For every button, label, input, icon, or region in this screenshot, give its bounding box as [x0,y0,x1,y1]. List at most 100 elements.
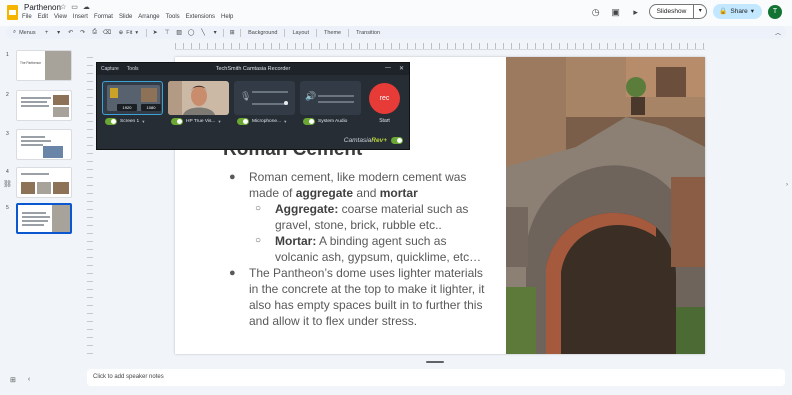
print-icon[interactable]: ⎙ [91,29,99,36]
camera-panel[interactable] [168,81,229,115]
sub-bullet-item: ○ Mortar: A binding agent such as volcan… [255,234,482,264]
camera-select[interactable]: HP True Vis... [186,119,215,124]
system-audio-toggle[interactable] [303,118,315,125]
account-avatar[interactable]: T [768,4,782,19]
filmstrip-item[interactable]: 1 The Parthenon [6,50,76,84]
slide-thumbnail[interactable] [16,129,72,160]
sub-bullet-ring: ○ [255,203,262,214]
line-icon[interactable]: ╲ [199,29,207,36]
slide-thumbnail-selected[interactable] [16,203,72,234]
image-icon[interactable]: ▨ [175,29,183,36]
menu-bar: File Edit View Insert Format Slide Arran… [22,14,233,20]
screen-capture-panel[interactable]: 1920 1080 [102,81,163,115]
speaker-notes-placeholder: Click to add speaker notes [93,374,164,380]
camera-toggle[interactable] [171,118,183,125]
system-audio-panel[interactable]: 🔊 [300,81,361,115]
link-icon[interactable]: ⛓ [3,180,12,188]
add-comment-icon[interactable]: ⊞ [228,29,236,36]
slideshow-button[interactable]: Slideshow [648,4,695,19]
chevron-down-icon[interactable]: ▾ [211,29,219,36]
move-folder-icon[interactable]: ▭ [71,3,78,11]
collapse-toolbar-icon[interactable]: ︿ [774,28,782,37]
mic-volume-slider[interactable] [284,101,288,105]
filmstrip-item[interactable]: 4 [6,167,76,201]
collapse-filmstrip-icon[interactable]: ‹ [28,376,30,384]
theme-button[interactable]: Theme [321,30,344,36]
menu-arrange[interactable]: Arrange [138,14,159,20]
microphone-panel[interactable]: 🎙 [234,81,295,115]
menu-file[interactable]: File [22,14,32,20]
menu-insert[interactable]: Insert [73,14,88,20]
menu-help[interactable]: Help [221,14,233,20]
camera-toggle-row: HP True Vis... ▾ [171,117,221,126]
slide-body-text[interactable]: ● Roman cement, like modern cement was m… [227,169,492,329]
star-icon[interactable]: ☆ [60,3,66,11]
recorder-titlebar[interactable]: Capture Tools TechSmith Camtasia Recorde… [97,63,409,75]
filmstrip-item[interactable]: 2 [6,90,76,124]
menu-edit[interactable]: Edit [38,14,48,20]
shape-icon[interactable]: ◯ [187,29,195,36]
menus-search[interactable]: ⌕ Menus [10,29,39,36]
slide-thumbnail[interactable] [16,167,72,198]
slideshow-options-button[interactable]: ▾ [694,4,708,19]
slide-thumbnail[interactable]: The Parthenon [16,50,72,81]
side-panel-toggle-icon[interactable]: › [786,182,788,188]
toolbar-divider [146,28,148,37]
zoom-value: Fit [126,29,133,36]
slide-number: 2 [6,92,9,98]
slides-logo-icon[interactable] [7,5,18,20]
menu-tools[interactable]: Tools [166,14,180,20]
undo-icon[interactable]: ↶ [67,29,75,36]
minimize-icon[interactable]: — [385,65,391,71]
comment-icon[interactable]: ▣ [609,5,623,19]
menu-extensions[interactable]: Extensions [186,14,215,20]
new-slide-icon[interactable]: + [43,30,51,36]
document-title[interactable]: Parthenon [24,3,61,12]
webcam-preview [168,81,229,115]
rev-toggle[interactable] [391,137,403,144]
slide-thumbnail[interactable] [16,90,72,121]
width-field[interactable]: 1920 [117,104,137,111]
speaker-notes[interactable]: Click to add speaker notes [87,369,785,386]
menu-format[interactable]: Format [94,14,113,20]
screen-select[interactable]: Screen 1 [120,119,139,124]
menus-search-label: Menus [19,29,36,36]
zoom-icon: ⊕ [118,29,124,36]
select-cursor-icon[interactable]: ➤ [151,29,159,36]
system-audio-label: System Audio [318,119,348,124]
bullet-dot: ● [229,171,236,183]
text-box-icon[interactable]: ⊤ [163,29,171,36]
meet-icon[interactable]: ▸ [629,5,643,19]
microphone-icon: 🎙 [240,91,252,101]
close-icon[interactable]: ✕ [399,65,404,72]
chevron-down-icon[interactable]: ▾ [218,119,220,125]
height-field[interactable]: 1080 [141,104,161,111]
history-icon[interactable]: ◷ [589,5,603,19]
cloud-status-icon[interactable]: ☁ [83,3,90,11]
record-button[interactable]: rec [369,83,400,114]
background-button[interactable]: Background [245,30,280,36]
lock-icon: 🔒 [719,8,728,15]
menu-view[interactable]: View [54,14,67,20]
paint-format-icon[interactable]: ⌫ [103,29,111,36]
screen-toggle[interactable] [105,118,117,125]
transition-button[interactable]: Transition [353,30,383,36]
share-label: Share [730,8,748,15]
filmstrip-controls: ⊞ ‹ [10,376,30,384]
grid-view-icon[interactable]: ⊞ [10,376,16,384]
menu-slide[interactable]: Slide [119,14,132,20]
filmstrip-item[interactable]: 3 [6,129,76,163]
chevron-down-icon[interactable]: ▾ [284,119,286,125]
microphone-select[interactable]: Microphone... [252,119,281,124]
share-button[interactable]: 🔒 Share ▾ [713,4,762,19]
chevron-down-icon[interactable]: ▾ [142,119,144,125]
microphone-toggle[interactable] [237,118,249,125]
slide-number: 1 [6,52,9,58]
chevron-down-icon[interactable]: ▾ [55,29,63,36]
filmstrip-item[interactable]: 5 [6,203,76,237]
zoom-select[interactable]: ⊕ Fit ▾ [115,30,143,36]
layout-button[interactable]: Layout [289,30,312,36]
camtasia-rev-logo: CamtasiaRev+ [343,137,387,144]
redo-icon[interactable]: ↷ [79,29,87,36]
notes-resize-handle[interactable] [426,361,444,363]
